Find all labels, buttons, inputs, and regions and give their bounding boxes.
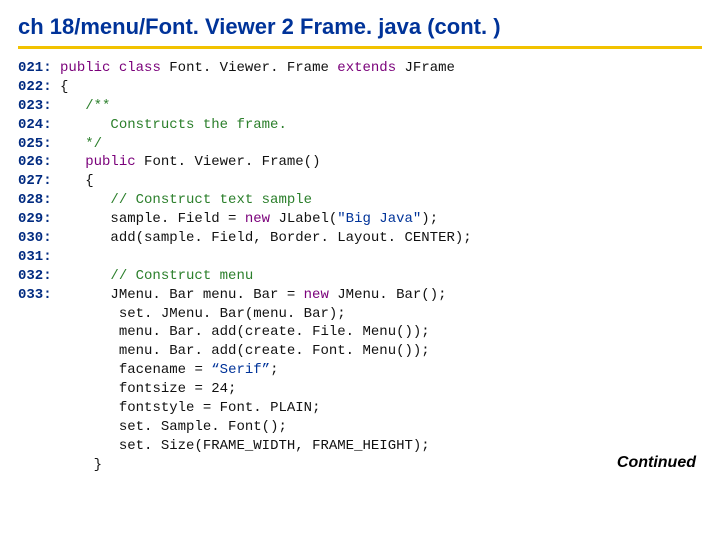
code-text [52,211,111,227]
code-text: { [85,173,93,189]
code-text: menu. Bar. add(create. File. Menu()); [119,324,430,340]
string-literal: “Serif” [211,362,270,378]
code-text: Font. Viewer. Frame() [136,154,321,170]
continued-label: Continued [617,454,696,472]
line-number: 033: [18,287,52,303]
code-text [68,400,118,416]
code-text: Font. Viewer. Frame [161,60,337,76]
line-number: 029: [18,211,52,227]
code-text [68,306,118,322]
line-number: 023: [18,98,52,114]
code-text: JMenu. Bar menu. Bar = [110,287,303,303]
code-text [52,117,86,133]
code-text [52,173,86,189]
code-text [68,438,118,454]
line-number: 022: [18,79,52,95]
line-number: 026: [18,154,52,170]
code-text [18,438,68,454]
comment: // Construct text sample [110,192,312,208]
kw-new: new [245,211,270,227]
comment: // Construct menu [110,268,253,284]
code-text: JLabel( [270,211,337,227]
code-text [52,192,111,208]
line-number: 031: [18,249,52,265]
kw-public: public [85,154,135,170]
line-number: 024: [18,117,52,133]
code-text [18,400,68,416]
code-text [52,136,86,152]
code-text [52,154,86,170]
code-text [68,362,118,378]
line-number: 028: [18,192,52,208]
code-text: } [68,457,102,473]
code-text: set. Size(FRAME_WIDTH, FRAME_HEIGHT); [119,438,430,454]
code-text [68,324,118,340]
code-text: menu. Bar. add(create. Font. Menu()); [119,343,430,359]
code-text: set. JMenu. Bar(menu. Bar); [119,306,346,322]
title-underline [18,46,702,49]
comment: Constructs the frame. [85,117,287,133]
string-literal: "Big Java" [337,211,421,227]
code-text: ); [421,211,438,227]
code-text [52,268,111,284]
code-text [18,306,68,322]
line-number: 030: [18,230,52,246]
code-text [52,98,86,114]
code-text [18,362,68,378]
kw-extends: extends [337,60,396,76]
kw-new: new [304,287,329,303]
code-text: fontsize = 24; [119,381,237,397]
code-text [18,457,68,473]
code-text: JMenu. Bar(); [329,287,447,303]
line-number: 021: [18,60,52,76]
code-text [52,230,111,246]
line-number: 025: [18,136,52,152]
code-text: fontstyle = Font. PLAIN; [119,400,321,416]
code-text: sample. Field = [110,211,244,227]
code-text: { [52,79,69,95]
line-number: 032: [18,268,52,284]
slide-title: ch 18/menu/Font. Viewer 2 Frame. java (c… [18,14,702,40]
comment: */ [85,136,102,152]
code-block: 021: public class Font. Viewer. Frame ex… [18,59,702,475]
code-text [18,343,68,359]
kw-class: class [119,60,161,76]
kw-public: public [60,60,110,76]
code-text [18,419,68,435]
code-text [68,343,118,359]
code-text: ; [270,362,278,378]
code-text [68,419,118,435]
code-text: set. Sample. Font(); [119,419,287,435]
code-text [18,324,68,340]
code-text: add(sample. Field, Border. Layout. CENTE… [110,230,471,246]
code-text: facename = [119,362,211,378]
comment: /** [85,98,110,114]
code-text [52,287,111,303]
slide: ch 18/menu/Font. Viewer 2 Frame. java (c… [0,0,720,540]
line-number: 027: [18,173,52,189]
code-text [18,381,68,397]
code-text [68,381,118,397]
code-text: JFrame [396,60,455,76]
